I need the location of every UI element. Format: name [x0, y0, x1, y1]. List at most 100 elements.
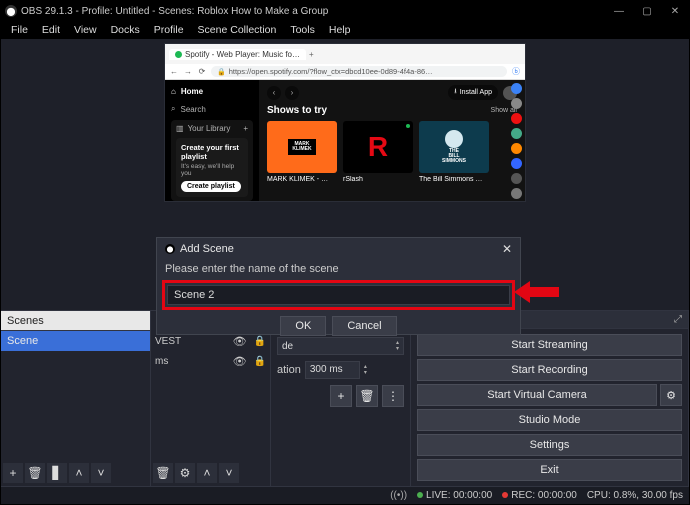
app-icon: ⬤: [5, 5, 17, 17]
window-title: OBS 29.1.3 - Profile: Untitled - Scenes:…: [21, 6, 605, 17]
scenes-dock: Scenes Scene + 🗑 ▋ ˄ ˅: [1, 311, 151, 486]
dialog-prompt: Please enter the name of the scene: [157, 260, 520, 280]
create-playlist-button[interactable]: Create playlist: [181, 181, 241, 192]
source-label: ms: [155, 356, 168, 367]
scenes-toolbar: + 🗑 ▋ ˄ ˅: [3, 463, 111, 483]
maximize-button[interactable]: ▢: [633, 1, 661, 21]
menubar: File Edit View Docks Profile Scene Colle…: [1, 21, 689, 39]
install-app-button[interactable]: ⭳Install App: [448, 85, 498, 100]
nav-back-icon[interactable]: ‹: [267, 86, 281, 100]
virtual-camera-settings-button[interactable]: ⚙: [660, 384, 682, 406]
titlebar: ⬤ OBS 29.1.3 - Profile: Untitled - Scene…: [1, 1, 689, 21]
address-bar[interactable]: 🔒 https://open.spotify.com/?flow_ctx=dbc…: [211, 66, 507, 77]
create-playlist-cta: Create your first playlist It's easy, we…: [176, 138, 248, 197]
move-source-down-button[interactable]: ˅: [219, 463, 239, 483]
sidebar-item-search[interactable]: ⌕ Search: [171, 102, 253, 116]
extensions-icon[interactable]: ⓑ: [511, 66, 521, 77]
live-status: LIVE: 00:00:00: [417, 490, 492, 501]
rec-status: REC: 00:00:00: [502, 490, 577, 501]
spotify-main: ‹ › ⭳Install App Shows to try Show all: [259, 80, 525, 201]
menu-view[interactable]: View: [68, 22, 103, 38]
lock-icon[interactable]: 🔒: [254, 356, 266, 367]
cpu-status: CPU: 0.8%, 30.00 fps: [587, 490, 683, 501]
settings-button[interactable]: Settings: [417, 434, 682, 456]
remove-transition-button[interactable]: 🗑: [356, 385, 378, 407]
menu-docks[interactable]: Docks: [105, 22, 146, 38]
preview-canvas[interactable]: Spotify - Web Player: Music fo… + ← → ⟳ …: [164, 43, 526, 202]
cancel-button[interactable]: Cancel: [332, 316, 396, 336]
sidebar-icon[interactable]: [511, 128, 522, 139]
menu-file[interactable]: File: [5, 22, 34, 38]
url-text: https://open.spotify.com/?flow_ctx=dbcd1…: [229, 67, 433, 76]
menu-tools[interactable]: Tools: [284, 22, 321, 38]
source-item[interactable]: ms 👁 🔒: [151, 351, 270, 371]
sidebar-icon[interactable]: [511, 98, 522, 109]
scenes-dock-header[interactable]: Scenes: [1, 311, 150, 331]
browser-tabstrip: Spotify - Web Player: Music fo… +: [165, 44, 525, 64]
scene-name-highlight: [162, 280, 515, 310]
browser-toolbar: ← → ⟳ 🔒 https://open.spotify.com/?flow_c…: [165, 64, 525, 80]
remove-scene-button[interactable]: 🗑: [25, 463, 45, 483]
add-scene-dialog: ⬤ Add Scene ✕ Please enter the name of t…: [156, 237, 521, 335]
scene-filters-button[interactable]: ▋: [47, 463, 67, 483]
start-virtual-camera-button[interactable]: Start Virtual Camera: [417, 384, 657, 406]
back-icon[interactable]: ←: [169, 67, 179, 76]
status-bar: ((•)) LIVE: 00:00:00 REC: 00:00:00 CPU: …: [1, 486, 689, 504]
sidebar-icon[interactable]: [511, 158, 522, 169]
sidebar-item-home[interactable]: ⌂ Home: [171, 85, 253, 98]
network-icon: ((•)): [390, 490, 407, 501]
edge-sidebar: [507, 80, 525, 199]
sidebar-icon[interactable]: [511, 83, 522, 94]
popout-icon[interactable]: ⤢: [674, 314, 682, 325]
add-transition-button[interactable]: +: [330, 385, 352, 407]
visibility-icon[interactable]: 👁: [233, 355, 247, 368]
scene-name-input[interactable]: [167, 285, 510, 305]
show-card[interactable]: THEBILLSIMMONS The Bill Simmons …: [419, 121, 489, 183]
home-label: Home: [181, 87, 203, 96]
start-recording-button[interactable]: Start Recording: [417, 359, 682, 381]
cta-title: Create your first playlist: [181, 143, 243, 161]
forward-icon[interactable]: →: [183, 67, 193, 76]
refresh-icon[interactable]: ⟳: [197, 67, 207, 76]
nav-forward-icon[interactable]: ›: [285, 86, 299, 100]
remove-source-button[interactable]: 🗑: [153, 463, 173, 483]
cta-subtitle: It's easy, we'll help you: [181, 163, 243, 177]
move-scene-down-button[interactable]: ˅: [91, 463, 111, 483]
library-icon: ▥: [176, 124, 184, 133]
add-library-button[interactable]: +: [243, 124, 248, 133]
duration-input[interactable]: 300 ms: [305, 361, 360, 379]
menu-profile[interactable]: Profile: [148, 22, 190, 38]
dialog-title: Add Scene: [180, 243, 502, 255]
browser-tab[interactable]: Spotify - Web Player: Music fo…: [169, 49, 306, 60]
menu-edit[interactable]: Edit: [36, 22, 66, 38]
close-button[interactable]: ✕: [661, 1, 689, 21]
exit-button[interactable]: Exit: [417, 459, 682, 481]
sidebar-icon[interactable]: [511, 188, 522, 199]
preview-area: Spotify - Web Player: Music fo… + ← → ⟳ …: [1, 39, 689, 310]
source-properties-button[interactable]: ⚙: [175, 463, 195, 483]
sidebar-icon[interactable]: [511, 173, 522, 184]
show-card[interactable]: MARKKLIMEK MARK KLIMEK - …: [267, 121, 337, 183]
transition-properties-button[interactable]: ⋮: [382, 385, 404, 407]
minimize-button[interactable]: —: [605, 1, 633, 21]
sidebar-icon[interactable]: [511, 113, 522, 124]
show-card[interactable]: R rSlash: [343, 121, 413, 183]
sidebar-icon[interactable]: [511, 143, 522, 154]
card-label: rSlash: [343, 176, 413, 183]
duration-label: ation: [277, 364, 301, 376]
menu-help[interactable]: Help: [323, 22, 357, 38]
scene-item[interactable]: Scene: [1, 331, 150, 351]
add-scene-button[interactable]: +: [3, 463, 23, 483]
menu-scene-collection[interactable]: Scene Collection: [192, 22, 283, 38]
dialog-close-button[interactable]: ✕: [502, 242, 512, 256]
search-label: Search: [180, 105, 205, 114]
show-cards: MARKKLIMEK MARK KLIMEK - … R rSlash THEB…: [267, 121, 517, 183]
ok-button[interactable]: OK: [280, 316, 326, 336]
new-tab-button[interactable]: +: [309, 50, 314, 59]
spotify-page: ⌂ Home ⌕ Search ▥Your Library + Create: [165, 80, 525, 201]
your-library-panel: ▥ Your Library + Create your first playli…: [171, 120, 253, 201]
library-label[interactable]: Your Library: [188, 124, 231, 133]
move-scene-up-button[interactable]: ˄: [69, 463, 89, 483]
move-source-up-button[interactable]: ˄: [197, 463, 217, 483]
studio-mode-button[interactable]: Studio Mode: [417, 409, 682, 431]
